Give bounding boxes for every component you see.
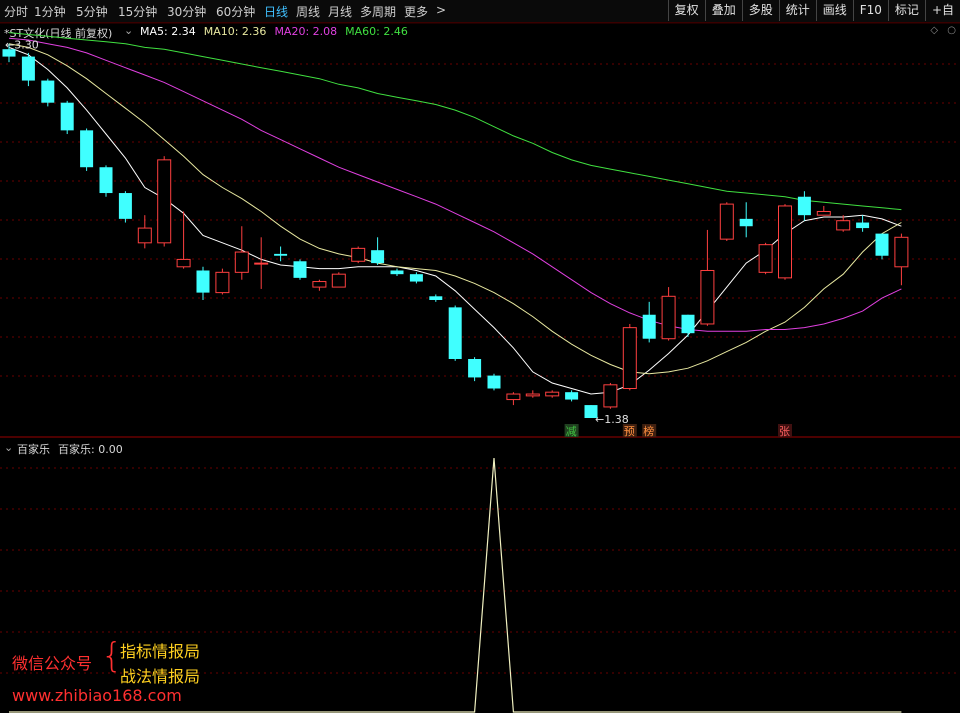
candle-body-up xyxy=(254,262,269,265)
candle-body-down xyxy=(99,167,113,194)
candle-body-up xyxy=(758,244,773,273)
candle-body-up xyxy=(312,281,327,288)
candle-body-up xyxy=(816,210,831,216)
candle-body-down xyxy=(448,307,462,359)
candle-body-down xyxy=(856,222,870,229)
candle-body-down xyxy=(41,80,55,103)
candle-body-down xyxy=(409,274,423,282)
candle-body-up xyxy=(351,247,366,262)
watermark-line2: 战法情报局 xyxy=(120,667,201,686)
candle-body-down xyxy=(274,253,288,256)
candle-body-down xyxy=(196,270,210,293)
candle-body-down xyxy=(371,250,385,264)
signal-tag-text: 预 xyxy=(624,425,635,438)
candle-body-up xyxy=(506,393,521,401)
candle-body-up xyxy=(894,236,909,268)
candle-body-up xyxy=(603,384,618,408)
candle-body-up xyxy=(525,393,540,397)
candle-body-down xyxy=(293,261,307,278)
candle-body-down xyxy=(642,314,656,339)
candle-body-up xyxy=(215,271,230,294)
candle-body-down xyxy=(487,375,501,389)
candle-body-down xyxy=(390,270,404,275)
candle-body-down xyxy=(118,193,132,219)
candle-body-up xyxy=(176,258,191,268)
candle-body-up xyxy=(778,205,792,279)
candle-body-down xyxy=(875,233,889,256)
candle-body-down xyxy=(797,196,811,216)
candle-body-down xyxy=(60,102,74,131)
signal-tag-text: 张 xyxy=(779,425,790,438)
candle-body-down xyxy=(739,218,753,227)
candle-body-down xyxy=(429,296,443,300)
signal-tag-text: 榜 xyxy=(643,424,654,438)
candle-body-up xyxy=(700,269,715,325)
candle-body-up xyxy=(719,203,734,240)
signal-tag-text: 减 xyxy=(566,425,577,438)
candle-body-down xyxy=(468,358,482,378)
candle-body-down xyxy=(565,392,579,400)
watermark-line1: 指标情报局 xyxy=(120,642,201,661)
candle-body-up xyxy=(331,273,346,288)
watermark-url: www.zhibiao168.com xyxy=(12,686,182,705)
candle-body-up xyxy=(234,251,249,273)
candle-body-up xyxy=(157,159,172,244)
candle-body-down xyxy=(21,56,35,81)
high-price-label: ←3.30 xyxy=(5,39,39,52)
candle-body-up xyxy=(545,391,560,397)
candle-body-down xyxy=(80,130,94,168)
kline-chart[interactable]: ←3.30←1.38减预榜张 xyxy=(0,0,960,713)
candle-body-up xyxy=(661,295,676,340)
candle-body-up xyxy=(622,327,637,389)
candle-body-down xyxy=(681,314,695,334)
watermark-label: 微信公众号 xyxy=(12,654,93,673)
candle-body-up xyxy=(137,227,152,244)
candle-body-up xyxy=(836,220,851,231)
